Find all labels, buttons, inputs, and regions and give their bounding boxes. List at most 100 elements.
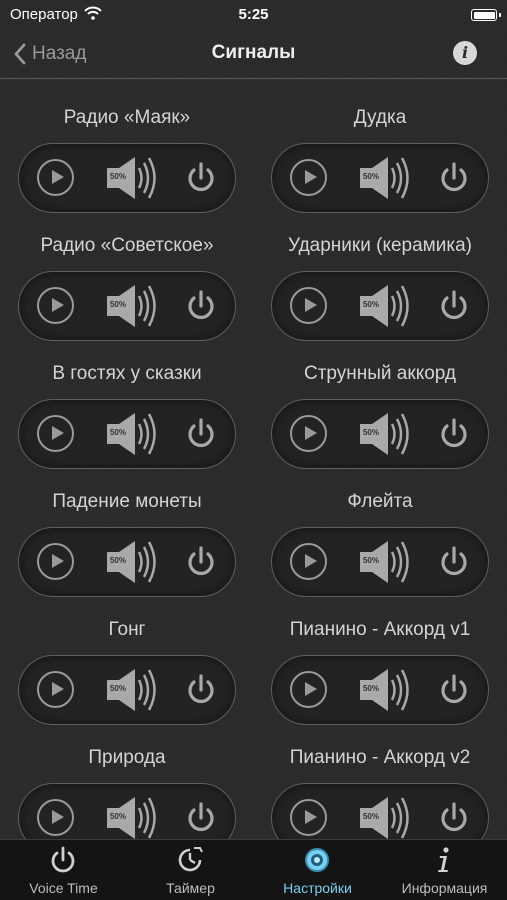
signal-name: Радио «Советское» — [40, 235, 214, 256]
play-button[interactable] — [37, 415, 74, 452]
volume-value: 50% — [109, 428, 126, 437]
signal-controls: 50% — [271, 783, 489, 840]
power-button[interactable] — [438, 161, 470, 195]
power-button[interactable] — [185, 161, 217, 195]
tab-information[interactable]: Информация — [381, 840, 507, 900]
volume-value: 50% — [109, 300, 126, 309]
play-button[interactable] — [37, 671, 74, 708]
signal-controls: 50% — [18, 143, 236, 213]
signal-controls: 50% — [271, 143, 489, 213]
signal-name: Пианино - Аккорд v1 — [289, 619, 471, 640]
signal-item: Падение монеты 50% — [0, 463, 254, 597]
info-button[interactable]: i — [453, 41, 477, 65]
volume-value: 50% — [362, 300, 379, 309]
volume-value: 50% — [109, 812, 126, 821]
volume-value: 50% — [362, 428, 379, 437]
signal-name: Дудка — [353, 107, 407, 128]
tab-label: Voice Time — [29, 880, 98, 896]
signal-controls: 50% — [18, 399, 236, 469]
settings-icon — [305, 848, 329, 872]
volume-button[interactable]: 50% — [358, 539, 418, 585]
power-button[interactable] — [185, 545, 217, 579]
signal-item: Пианино - Аккорд v1 50% — [253, 591, 507, 725]
signal-item: Радио «Советское» 50% — [0, 207, 254, 341]
status-time: 5:25 — [238, 6, 269, 23]
signal-item: Гонг 50% — [0, 591, 254, 725]
power-button[interactable] — [438, 545, 470, 579]
timer-icon — [178, 847, 203, 872]
signal-controls: 50% — [271, 527, 489, 597]
power-button[interactable] — [438, 801, 470, 835]
signal-item: В гостях у сказки 50% — [0, 335, 254, 469]
signal-controls: 50% — [18, 271, 236, 341]
tab-label: Настройки — [283, 880, 352, 896]
signal-controls: 50% — [18, 655, 236, 725]
power-button[interactable] — [185, 673, 217, 707]
volume-button[interactable]: 50% — [358, 155, 418, 201]
volume-button[interactable]: 50% — [105, 155, 165, 201]
power-button[interactable] — [438, 289, 470, 323]
play-button[interactable] — [37, 159, 74, 196]
signal-controls: 50% — [271, 655, 489, 725]
volume-button[interactable]: 50% — [358, 795, 418, 840]
play-button[interactable] — [290, 543, 327, 580]
power-icon — [51, 846, 75, 873]
signal-name: Струнный аккорд — [304, 363, 456, 384]
tab-settings[interactable]: Настройки — [254, 840, 381, 900]
signal-name: Ударники (керамика) — [288, 235, 472, 256]
signal-name: Природа — [88, 747, 166, 768]
volume-button[interactable]: 50% — [358, 411, 418, 457]
play-button[interactable] — [290, 415, 327, 452]
tab-timer[interactable]: Таймер — [127, 840, 254, 900]
play-button[interactable] — [37, 799, 74, 836]
play-button[interactable] — [37, 287, 74, 324]
power-button[interactable] — [438, 673, 470, 707]
play-button[interactable] — [290, 159, 327, 196]
volume-button[interactable]: 50% — [358, 667, 418, 713]
volume-button[interactable]: 50% — [105, 795, 165, 840]
signal-controls: 50% — [271, 271, 489, 341]
signal-item: Флейта 50% — [253, 463, 507, 597]
signal-name: В гостях у сказки — [52, 363, 202, 384]
signal-item: Радио «Маяк» 50% — [0, 79, 254, 213]
volume-button[interactable]: 50% — [358, 283, 418, 329]
signal-controls: 50% — [18, 783, 236, 840]
volume-value: 50% — [362, 172, 379, 181]
signal-item: Дудка 50% — [253, 79, 507, 213]
volume-value: 50% — [109, 556, 126, 565]
play-button[interactable] — [37, 543, 74, 580]
page-title: Сигналы — [211, 42, 296, 63]
tab-bar: Voice Time Таймер Настройки Информация — [0, 839, 507, 900]
play-button[interactable] — [290, 287, 327, 324]
signal-name: Падение монеты — [52, 491, 202, 512]
power-button[interactable] — [185, 417, 217, 451]
volume-value: 50% — [362, 684, 379, 693]
signal-item: Пианино - Аккорд v2 50% — [253, 719, 507, 840]
signals-grid: Радио «Маяк» 50% Дудка 50% Радио «Советс… — [0, 79, 507, 840]
power-button[interactable] — [438, 417, 470, 451]
tab-label: Информация — [401, 880, 488, 896]
play-button[interactable] — [290, 799, 327, 836]
info-icon — [438, 847, 449, 872]
status-bar: Оператор 5:25 — [0, 0, 507, 30]
signal-name: Пианино - Аккорд v2 — [289, 747, 471, 768]
battery-icon — [471, 9, 501, 21]
tab-voice-time[interactable]: Voice Time — [0, 840, 127, 900]
signal-item: Струнный аккорд 50% — [253, 335, 507, 469]
volume-button[interactable]: 50% — [105, 411, 165, 457]
volume-button[interactable]: 50% — [105, 667, 165, 713]
volume-value: 50% — [362, 556, 379, 565]
volume-button[interactable]: 50% — [105, 283, 165, 329]
volume-value: 50% — [109, 172, 126, 181]
volume-value: 50% — [362, 812, 379, 821]
power-button[interactable] — [185, 289, 217, 323]
signal-name: Флейта — [347, 491, 413, 512]
signal-controls: 50% — [18, 527, 236, 597]
navigation-bar: Назад Сигналы i — [0, 30, 507, 79]
signal-controls: 50% — [271, 399, 489, 469]
play-button[interactable] — [290, 671, 327, 708]
tab-label: Таймер — [166, 880, 215, 896]
power-button[interactable] — [185, 801, 217, 835]
volume-button[interactable]: 50% — [105, 539, 165, 585]
signal-name: Гонг — [108, 619, 146, 640]
